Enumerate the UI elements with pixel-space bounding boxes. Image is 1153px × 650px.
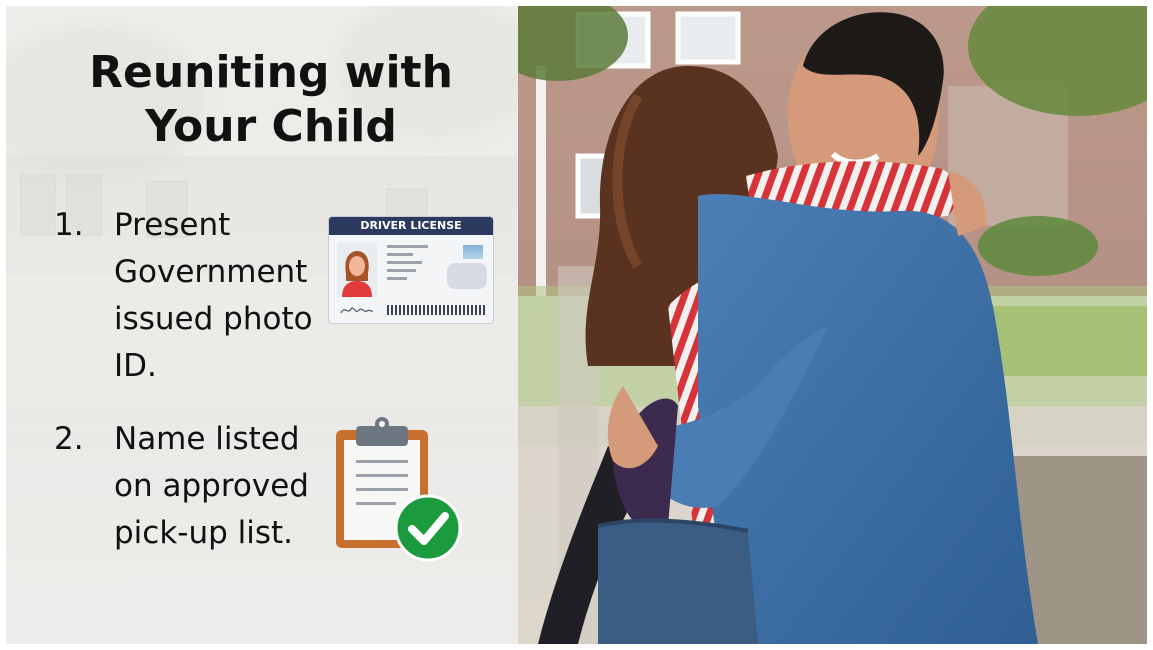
driver-license-header: DRIVER LICENSE — [329, 217, 493, 235]
step-text: Present Government issued photo ID. — [114, 207, 313, 384]
parent-child-hug-photo — [518, 6, 1147, 644]
id-photo-icon — [337, 243, 377, 297]
signature-icon — [340, 307, 374, 314]
title-line-1: Reuniting with — [89, 47, 453, 98]
id-flag-icon — [463, 245, 483, 259]
step-number: 2. — [54, 421, 84, 457]
id-map-watermark — [447, 263, 487, 289]
step-number: 1. — [54, 207, 84, 243]
driver-license-icon: DRIVER LICENSE — [328, 216, 494, 324]
presentation-slide: Reuniting with Your Child 1. Present Gov… — [6, 6, 1147, 644]
barcode-icon — [387, 305, 485, 315]
step-text: Name listed on approved pick-up list. — [114, 421, 309, 551]
id-text-lines — [387, 245, 445, 285]
slide-title: Reuniting with Your Child — [6, 46, 536, 154]
clipboard-check-icon — [336, 417, 462, 562]
title-line-2: Your Child — [145, 101, 397, 152]
